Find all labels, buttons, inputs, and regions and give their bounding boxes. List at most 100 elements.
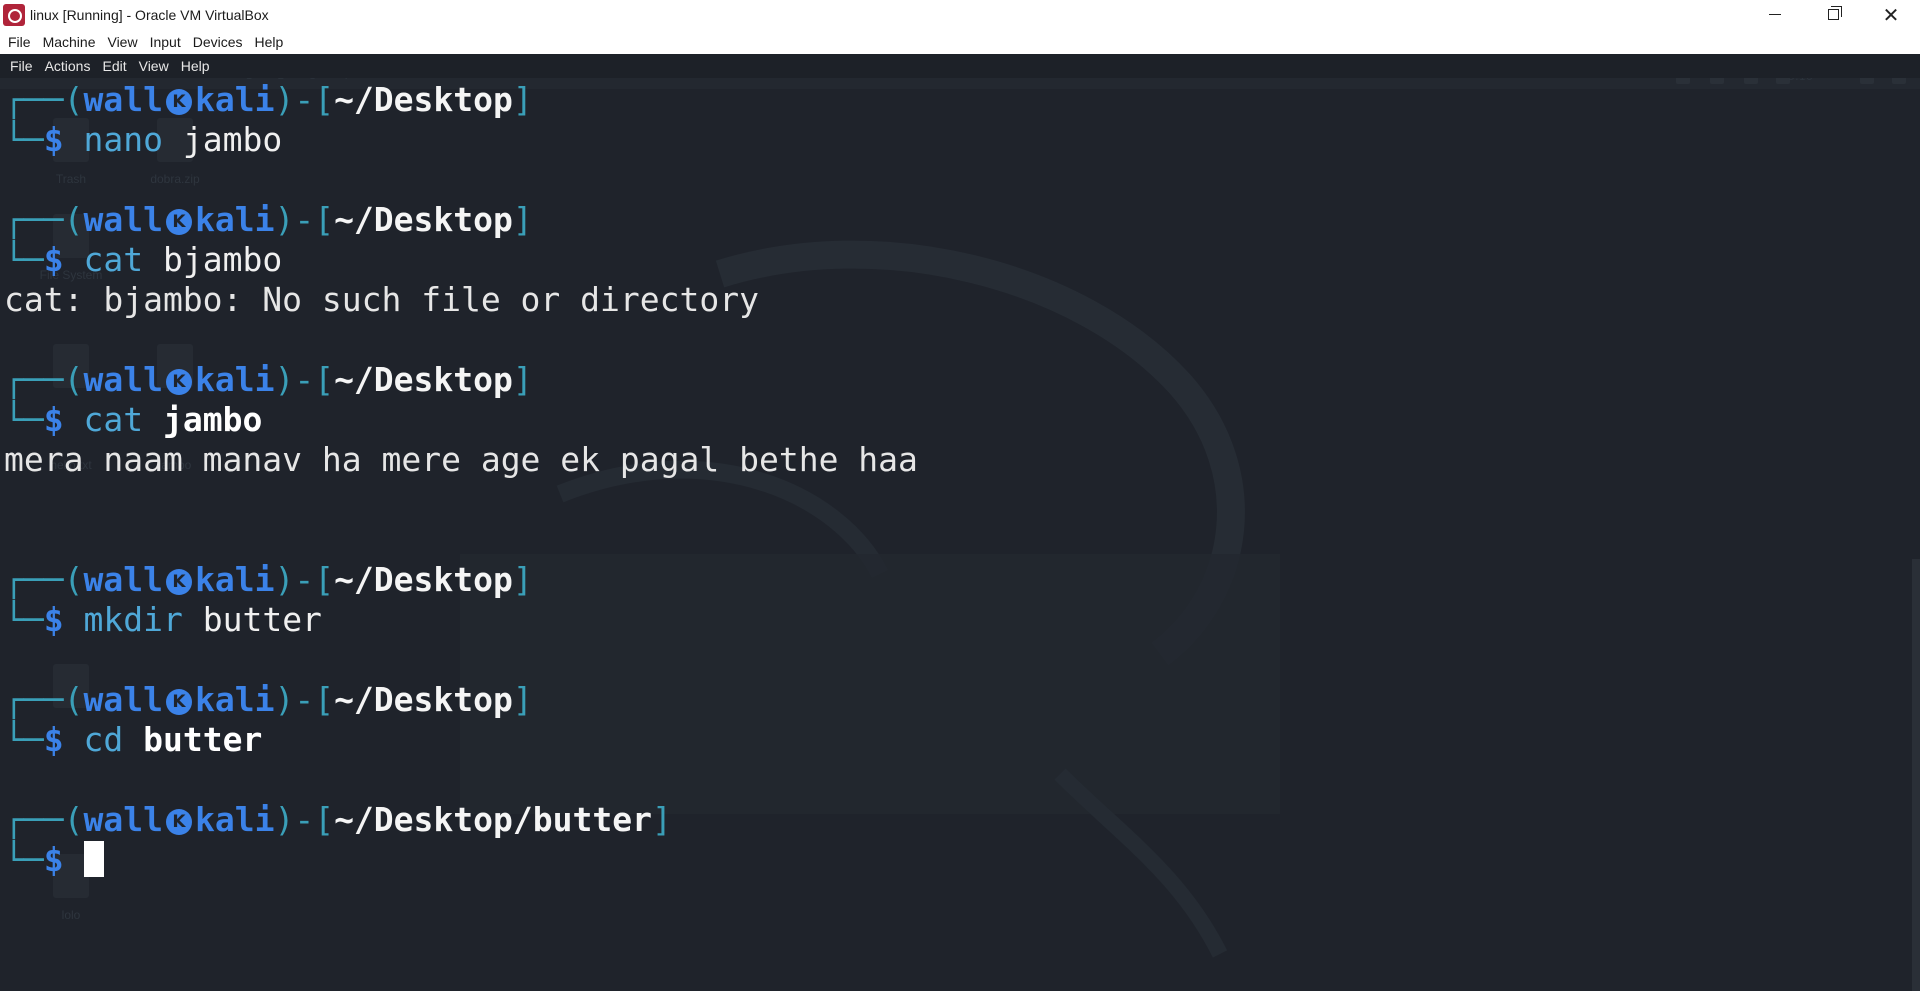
- prompt-dollar: $: [43, 840, 84, 879]
- prompt-line: ┌──(wall kali)-[~/Desktop]: [4, 200, 533, 240]
- kali-skull-icon: [165, 689, 192, 715]
- command-line: └─$ mkdir butter: [4, 600, 322, 640]
- prompt-path: ~/Desktop: [334, 680, 513, 719]
- window-title: linux [Running] - Oracle VM VirtualBox: [30, 6, 269, 23]
- kali-skull-icon: [165, 569, 192, 595]
- prompt-user: wall: [83, 80, 163, 119]
- prompt-frame: )-[: [274, 80, 335, 119]
- window-title-bar: linux [Running] - Oracle VM VirtualBox ✕: [0, 0, 1920, 29]
- prompt-dollar: $: [43, 240, 84, 279]
- kali-skull-icon: [165, 89, 192, 115]
- minimize-button[interactable]: [1746, 0, 1804, 29]
- command-name: cat: [83, 400, 163, 439]
- prompt-frame: ┌──(: [4, 800, 84, 839]
- terminal-menu-help[interactable]: Help: [175, 58, 216, 74]
- vbox-menu-view[interactable]: View: [101, 34, 143, 50]
- restore-icon: [1827, 6, 1842, 20]
- terminal-menu-edit[interactable]: Edit: [96, 58, 132, 74]
- vbox-menu-help[interactable]: Help: [249, 34, 290, 50]
- prompt-frame: └─: [4, 400, 44, 439]
- virtualbox-icon: [3, 3, 25, 26]
- command-argument: jambo: [162, 400, 263, 439]
- prompt-line: ┌──(wall kali)-[~/Desktop]: [4, 360, 533, 400]
- prompt-frame: ]: [512, 200, 533, 239]
- prompt-frame: )-[: [274, 680, 335, 719]
- prompt-frame: ┌──(: [4, 80, 84, 119]
- prompt-frame: └─: [4, 240, 44, 279]
- prompt-frame: └─: [4, 600, 44, 639]
- command-line: └─$: [4, 840, 104, 880]
- command-name: mkdir: [83, 600, 203, 639]
- command-output: mera naam manav ha mere age ek pagal bet…: [4, 440, 918, 479]
- command-argument: butter: [143, 720, 263, 759]
- prompt-host: kali: [194, 360, 275, 399]
- command-line: └─$ cd butter: [4, 720, 262, 760]
- terminal-scrollbar[interactable]: [1912, 559, 1920, 991]
- prompt-frame: ]: [512, 80, 533, 119]
- prompt-frame: └─: [4, 840, 44, 879]
- prompt-host: kali: [194, 200, 275, 239]
- prompt-path: ~/Desktop: [334, 200, 513, 239]
- prompt-frame: ]: [512, 680, 533, 719]
- prompt-dollar: $: [43, 120, 84, 159]
- terminal-menu-view[interactable]: View: [133, 58, 175, 74]
- prompt-host: kali: [194, 680, 275, 719]
- vbox-menu-devices[interactable]: Devices: [187, 34, 249, 50]
- prompt-frame: ┌──(: [4, 560, 84, 599]
- prompt-frame: ┌──(: [4, 360, 84, 399]
- prompt-host: kali: [194, 800, 275, 839]
- terminal-menu-file[interactable]: File: [4, 58, 39, 74]
- prompt-line: ┌──(wall kali)-[~/Desktop]: [4, 680, 533, 720]
- command-argument: butter: [202, 600, 322, 639]
- window-controls: ✕: [1746, 0, 1920, 29]
- prompt-path: ~/Desktop: [334, 560, 513, 599]
- prompt-line: ┌──(wall kali)-[~/Desktop/butter]: [4, 800, 672, 840]
- terminal-output[interactable]: ┌──(wallkali)-[~/Desktop]└─$ nano jambo┌…: [0, 78, 1920, 991]
- prompt-path: ~/Desktop: [334, 360, 513, 399]
- prompt-path: ~/Desktop: [334, 80, 513, 119]
- command-argument: bjambo: [162, 240, 283, 279]
- prompt-user: wall: [83, 800, 163, 839]
- prompt-dollar: $: [43, 600, 84, 639]
- close-icon: ✕: [1882, 2, 1900, 27]
- command-name: nano: [83, 120, 183, 159]
- prompt-user: wall: [83, 200, 163, 239]
- prompt-user: wall: [83, 560, 163, 599]
- close-button[interactable]: ✕: [1862, 0, 1920, 29]
- prompt-frame: )-[: [274, 200, 335, 239]
- prompt-frame: ]: [512, 560, 533, 599]
- prompt-frame: ]: [512, 360, 533, 399]
- terminal-cursor: [83, 841, 104, 877]
- prompt-frame: ┌──(: [4, 680, 84, 719]
- prompt-line: ┌──(wall kali)-[~/Desktop]: [4, 560, 533, 600]
- prompt-frame: )-[: [274, 800, 335, 839]
- command-line: └─$ cat jambo: [4, 400, 262, 440]
- prompt-frame: )-[: [274, 560, 335, 599]
- prompt-frame: ┌──(: [4, 200, 84, 239]
- prompt-dollar: $: [43, 720, 84, 759]
- prompt-host: kali: [194, 80, 275, 119]
- prompt-path: ~/Desktop/butter: [334, 800, 652, 839]
- prompt-frame: └─: [4, 720, 44, 759]
- guest-display[interactable]: 1 2 3 4 5:16 Trash dobra.zip File System…: [0, 54, 1920, 991]
- vbox-menu-input[interactable]: Input: [144, 34, 187, 50]
- prompt-frame: )-[: [274, 360, 335, 399]
- kali-skull-icon: [165, 369, 192, 395]
- vbox-menubar: File Machine View Input Devices Help: [0, 29, 1920, 54]
- vbox-menu-file[interactable]: File: [2, 34, 37, 50]
- terminal-menubar: File Actions Edit View Help: [0, 54, 1920, 78]
- command-line: └─$ cat bjambo: [4, 240, 282, 280]
- prompt-dollar: $: [43, 400, 84, 439]
- kali-skull-icon: [165, 809, 192, 835]
- prompt-user: wall: [83, 680, 163, 719]
- command-output: cat: bjambo: No such file or directory: [4, 280, 759, 319]
- prompt-frame: └─: [4, 120, 44, 159]
- kali-skull-icon: [165, 209, 192, 235]
- vbox-menu-machine[interactable]: Machine: [37, 34, 102, 50]
- restore-button[interactable]: [1804, 0, 1862, 29]
- command-name: cd: [83, 720, 144, 759]
- prompt-user: wall: [83, 360, 163, 399]
- terminal-menu-actions[interactable]: Actions: [39, 58, 97, 74]
- minimize-icon: [1769, 14, 1781, 15]
- prompt-host: kali: [194, 560, 275, 599]
